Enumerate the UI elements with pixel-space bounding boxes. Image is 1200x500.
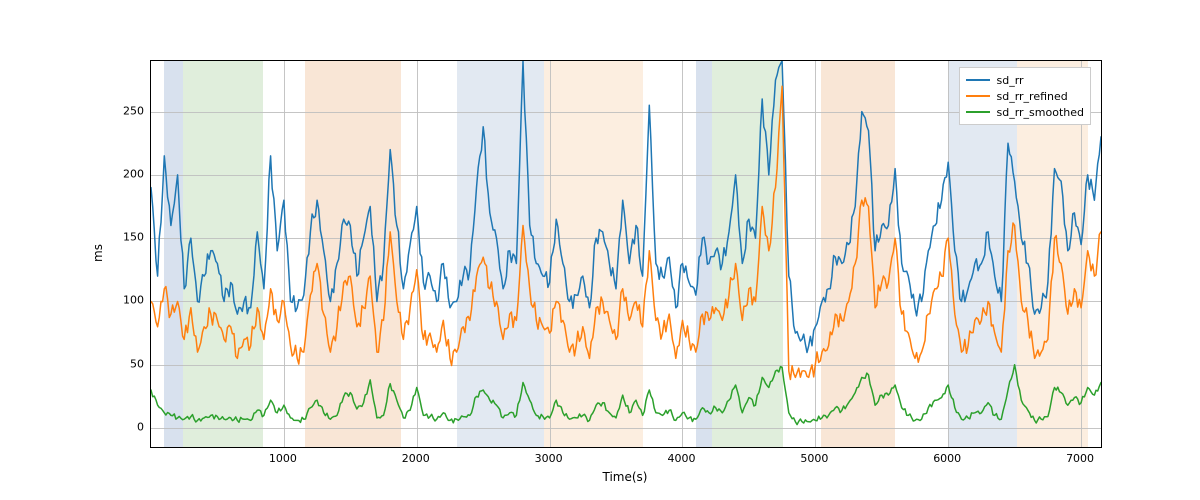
y-tick-label: 100 xyxy=(116,294,144,307)
y-tick-label: 250 xyxy=(116,104,144,117)
y-tick-label: 150 xyxy=(116,231,144,244)
x-tick-label: 6000 xyxy=(933,452,961,465)
x-tick-label: 1000 xyxy=(269,452,297,465)
legend-item-sd-rr: sd_rr xyxy=(966,72,1084,88)
plot-area: sd_rr sd_rr_refined sd_rr_smoothed xyxy=(150,60,1102,448)
legend: sd_rr sd_rr_refined sd_rr_smoothed xyxy=(959,67,1091,125)
legend-swatch-sd-rr-refined xyxy=(966,95,990,97)
legend-swatch-sd-rr-smoothed xyxy=(966,111,990,113)
x-tick-label: 3000 xyxy=(535,452,563,465)
series-sd_rr_smoothed xyxy=(151,365,1101,425)
legend-swatch-sd-rr xyxy=(966,79,990,81)
y-tick-label: 50 xyxy=(116,357,144,370)
legend-item-sd-rr-refined: sd_rr_refined xyxy=(966,88,1084,104)
legend-label-1: sd_rr_refined xyxy=(996,90,1067,103)
x-tick-label: 7000 xyxy=(1066,452,1094,465)
y-tick-label: 0 xyxy=(116,421,144,434)
legend-item-sd-rr-smoothed: sd_rr_smoothed xyxy=(966,104,1084,120)
y-axis-label: ms xyxy=(91,244,105,262)
x-tick-label: 4000 xyxy=(667,452,695,465)
legend-label-2: sd_rr_smoothed xyxy=(996,106,1084,119)
x-axis-label: Time(s) xyxy=(603,470,648,484)
y-tick-label: 200 xyxy=(116,167,144,180)
x-tick-label: 5000 xyxy=(800,452,828,465)
x-tick-label: 2000 xyxy=(402,452,430,465)
legend-label-0: sd_rr xyxy=(996,74,1023,87)
